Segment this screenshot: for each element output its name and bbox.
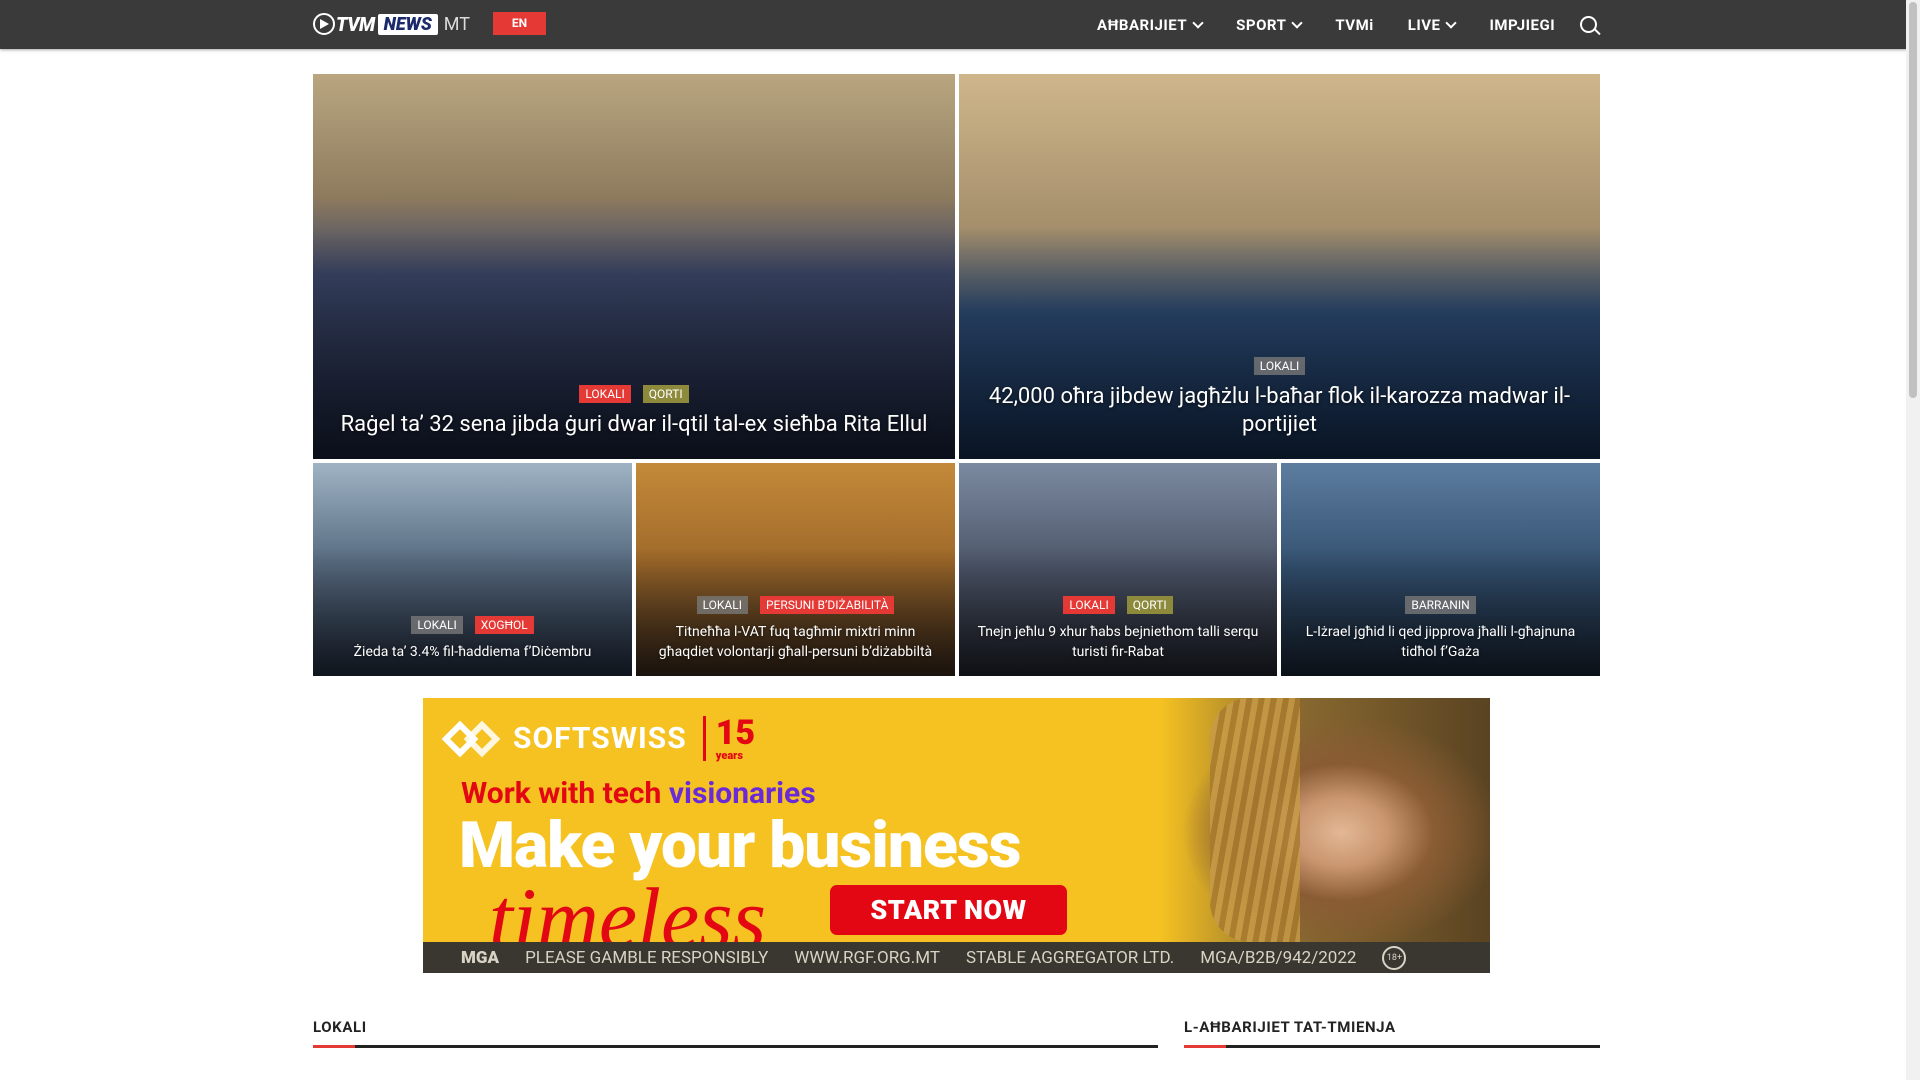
featured-article-6[interactable]: BARRANIN L-Iżrael jgħid li qed jipprova …: [1281, 463, 1600, 676]
article-title[interactable]: 42,000 oħra jibdew jagħżlu l-baħar flok …: [977, 383, 1582, 439]
ad-brand: SOFTSWISS 15 years: [445, 716, 755, 761]
logo-tvm-text: TVM: [336, 12, 375, 36]
chevron-down-icon: [1192, 16, 1204, 29]
article-title[interactable]: L-Iżrael jgħid li qed jipprova jħalli l-…: [1299, 622, 1582, 662]
ad-disclaimer-license: MGA/B2B/942/2022: [1200, 947, 1357, 968]
article-info: LOKALI QORTI Raġel ta’ 32 sena jibda ġur…: [313, 385, 955, 459]
article-title[interactable]: Tnejn jeħlu 9 xhur ħabs bejniethom talli…: [977, 622, 1259, 662]
ad-tagline-part1: Work with tech: [461, 776, 669, 811]
article-info: BARRANIN L-Iżrael jgħid li qed jipprova …: [1281, 596, 1600, 676]
nav-label: AĦBARIJIET: [1097, 15, 1188, 34]
chevron-down-icon: [1291, 16, 1304, 29]
ad-disclaimer-company: STABLE AGGREGATOR LTD.: [965, 947, 1175, 968]
featured-article-3[interactable]: LOKALI XOGĦOL Żieda ta’ 3.4% fil-ħaddiem…: [313, 463, 632, 676]
category-badge[interactable]: LOKALI: [696, 596, 748, 614]
nav-label: TVMi: [1335, 15, 1374, 34]
section-heading-lokali[interactable]: LOKALI: [313, 1018, 367, 1036]
featured-article-5[interactable]: LOKALI QORTI Tnejn jeħlu 9 xhur ħabs bej…: [959, 463, 1277, 676]
ad-tagline-part2: visionaries: [668, 776, 816, 811]
softswiss-logo-icon: [445, 720, 503, 758]
category-badge[interactable]: LOKALI: [1253, 357, 1306, 375]
age-restriction-badge: 18+: [1382, 945, 1407, 970]
nav-label: LIVE: [1407, 15, 1441, 34]
section-underline-accent: [313, 1045, 355, 1048]
category-badge[interactable]: XOGĦOL: [474, 616, 534, 634]
nav-item-tvmi[interactable]: TVMi: [1335, 16, 1373, 34]
article-info: LOKALI XOGĦOL Żieda ta’ 3.4% fil-ħaddiem…: [313, 616, 632, 676]
section-underline: [313, 1045, 1158, 1048]
section-underline-accent: [1184, 1045, 1226, 1048]
category-badge[interactable]: PERSUNI B’DIŻABILITÀ: [759, 596, 895, 614]
ad-disclaimer-url: WWW.RGF.ORG.MT: [794, 947, 940, 968]
ad-disclaimer-text: PLEASE GAMBLE RESPONSIBLY: [525, 947, 769, 968]
ad-disclaimer-bar: MGA PLEASE GAMBLE RESPONSIBLY WWW.RGF.OR…: [423, 942, 1490, 973]
ad-years-number: 15: [715, 713, 756, 753]
nav-item-live[interactable]: LIVE: [1407, 15, 1458, 34]
article-title[interactable]: Titneħħa l-VAT fuq tagħmir mixtri minn g…: [654, 622, 937, 662]
nav-label: SPORT: [1236, 15, 1287, 34]
nav-item-ahbarijiet[interactable]: AĦBARIJIET: [1097, 15, 1204, 34]
logo-news-text: NEWS: [377, 13, 438, 35]
article-info: LOKALI 42,000 oħra jibdew jagħżlu l-baħa…: [959, 357, 1600, 459]
section-heading-tmienja[interactable]: L-AĦBARIJIET TAT-TMIENJA: [1184, 1018, 1396, 1036]
category-badge[interactable]: QORTI: [642, 385, 689, 403]
play-logo-icon: [313, 13, 335, 35]
chevron-down-icon: [1445, 16, 1458, 29]
ad-tagline: Work with tech visionaries: [461, 776, 816, 811]
article-title[interactable]: Raġel ta’ 32 sena jibda ġuri dwar il-qti…: [331, 411, 937, 439]
article-title[interactable]: Żieda ta’ 3.4% fil-ħaddiema f’Diċembru: [331, 642, 614, 662]
category-badge[interactable]: LOKALI: [411, 616, 463, 634]
tvm-news-logo[interactable]: TVM NEWS MT: [313, 10, 470, 38]
ad-anniversary-badge: 15 years: [702, 713, 756, 761]
featured-article-1[interactable]: LOKALI QORTI Raġel ta’ 32 sena jibda ġur…: [313, 74, 955, 459]
mga-logo: MGA: [461, 947, 500, 968]
ad-start-now-button[interactable]: START NOW: [830, 885, 1067, 935]
category-badge[interactable]: BARRANIN: [1405, 596, 1476, 614]
search-icon[interactable]: [1580, 16, 1597, 33]
featured-article-4[interactable]: LOKALI PERSUNI B’DIŻABILITÀ Titneħħa l-V…: [636, 463, 955, 676]
featured-article-2[interactable]: LOKALI 42,000 oħra jibdew jagħżlu l-baħa…: [959, 74, 1600, 459]
ad-portrait-hair: [1210, 698, 1300, 942]
nav-label: IMPJIEGI: [1489, 15, 1556, 34]
top-navigation-bar: TVM NEWS MT EN AĦBARIJIET SPORT TVMi LIV…: [0, 0, 1920, 49]
nav-item-sport[interactable]: SPORT: [1236, 15, 1304, 34]
article-info: LOKALI PERSUNI B’DIŻABILITÀ Titneħħa l-V…: [636, 596, 955, 676]
article-info: LOKALI QORTI Tnejn jeħlu 9 xhur ħabs bej…: [959, 596, 1277, 676]
section-underline: [1184, 1045, 1600, 1048]
nav-item-impjiegi[interactable]: IMPJIEGI: [1489, 16, 1555, 34]
category-badge[interactable]: LOKALI: [1063, 596, 1115, 614]
page-scrollbar[interactable]: [1906, 0, 1920, 1080]
logo-suffix: MT: [443, 13, 470, 35]
softswiss-ad-banner[interactable]: SOFTSWISS 15 years Work with tech vision…: [423, 698, 1490, 973]
ad-brand-name: SOFTSWISS: [513, 721, 687, 756]
language-switch-button[interactable]: EN: [493, 12, 546, 35]
main-nav: AĦBARIJIET SPORT TVMi LIVE IMPJIEGI: [1097, 0, 1589, 49]
scrollbar-thumb[interactable]: [1909, 2, 1917, 398]
category-badge[interactable]: QORTI: [1126, 596, 1173, 614]
category-badge[interactable]: LOKALI: [579, 385, 631, 403]
